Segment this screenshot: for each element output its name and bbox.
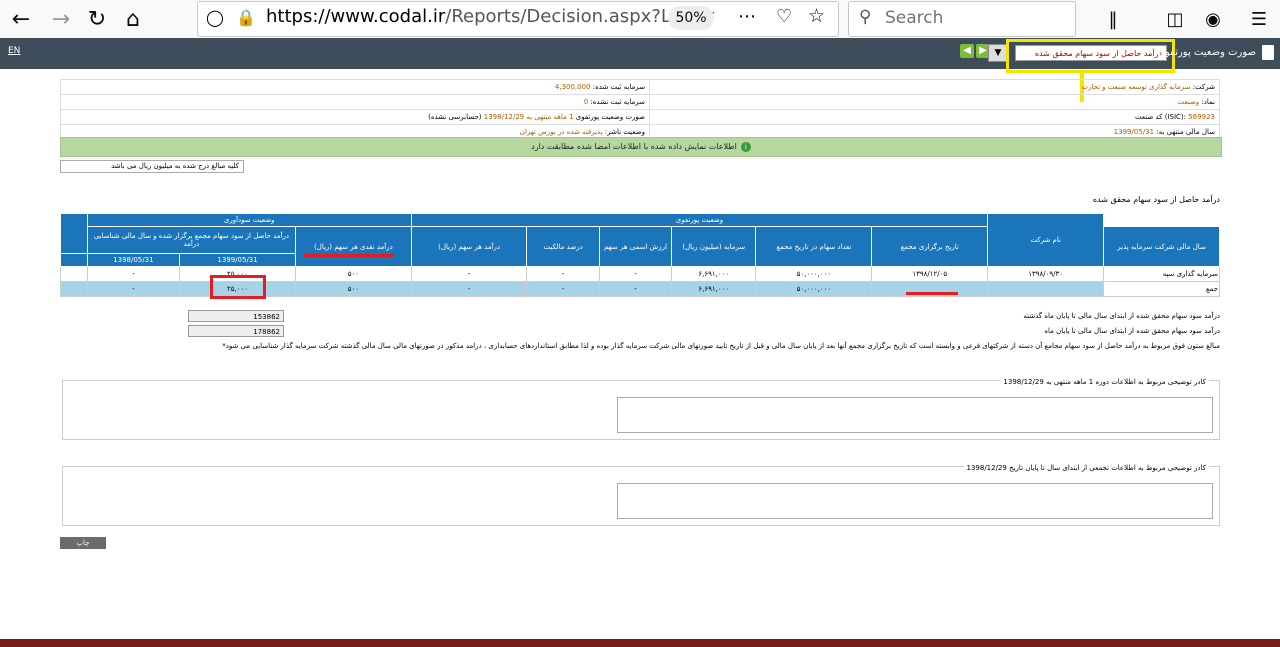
h-nominal: ارزش اسمی هر سهم — [598, 226, 673, 267]
menu-icon[interactable]: ☰ — [1242, 2, 1276, 36]
search-placeholder: Search — [885, 8, 944, 28]
chevron-down-icon[interactable]: ▼ — [988, 44, 1008, 62]
group-profit: وضعیت سودآوری — [86, 213, 412, 227]
h-income: درآمد حاصل از سود سهام مجمع برگزار شده و… — [86, 226, 297, 254]
report-type-select[interactable]: درآمد حاصل از سود سهام محقق شده — [1015, 45, 1167, 61]
sum-nominal: - — [598, 281, 673, 297]
company-label: شرکت: — [1192, 83, 1215, 91]
taskbar — [0, 639, 1280, 647]
frame1-textarea[interactable] — [617, 397, 1213, 433]
cell-eps: - — [410, 266, 528, 282]
frame2-title: کادر توضیحی مربوط به اطلاعات تجمعی از اب… — [963, 464, 1209, 472]
shield-icon: ◯ — [206, 8, 224, 27]
unit-note: کلیه مبالغ درج شده به میلیون ریال می باش… — [60, 160, 244, 173]
h-dps: درآمد نقدی هر سهم (ریال) — [295, 226, 412, 267]
symbol-label: نماد: — [1201, 98, 1215, 106]
frame2-textarea[interactable] — [617, 483, 1213, 519]
dps-underline — [304, 254, 394, 257]
zoom-level[interactable]: 50% — [668, 6, 714, 30]
note-line-2: درآمد سود سهام محقق شده از ابتدای سال ما… — [1044, 327, 1220, 335]
company-value: سرمایه گذاری توسعه صنعت و تجارت — [1081, 83, 1191, 91]
browser-toolbar: ← → ↻ ⌂ ◯ 🔒 https://www.codal.ir/Reports… — [0, 0, 1280, 39]
fiscal-value: 1399/05/31 — [1113, 128, 1155, 136]
forward-arrow-icon[interactable]: → — [44, 2, 78, 36]
url-text: https://www.codal.ir/Reports/Decision.as… — [266, 6, 715, 27]
h-income-col1: 1399/05/31 — [179, 253, 297, 267]
sum-income2: - — [86, 281, 181, 297]
sum-label: جمع — [1103, 281, 1220, 297]
isic-value: 569923 — [1188, 113, 1215, 121]
report-title: صورت وضعیت پورتفوی — [1157, 47, 1256, 58]
cell-capital: ۶,۶۹۱,۰۰۰ — [671, 266, 757, 282]
frame1-title: کادر توضیحی مربوط به اطلاعات دوره 1 ماهه… — [1000, 378, 1209, 386]
h-eps: درآمد هر سهم (ریال) — [410, 226, 528, 267]
h-shares: تعداد سهام در تاریخ مجمع — [755, 226, 873, 267]
library-icon[interactable]: ‖ — [1096, 2, 1130, 36]
unreg-capital-value: 0 — [583, 98, 589, 106]
sum-ownership: - — [526, 281, 600, 297]
unreg-capital-label: سرمایه ثبت نشده: — [590, 98, 645, 106]
back-arrow-icon[interactable]: ← — [4, 2, 38, 36]
group-company: نام شرکت — [987, 213, 1105, 267]
section-title: درآمد حاصل از سود سهام محقق شده — [1092, 195, 1220, 204]
pocket-icon[interactable]: ♡ — [776, 6, 792, 27]
search-input[interactable]: ⚲ Search — [848, 1, 1076, 37]
h-meeting-date: تاریخ برگزاری مجمع — [871, 226, 989, 267]
value-box-2: 178862 — [188, 325, 284, 337]
sidebar-icon[interactable]: ◫ — [1158, 2, 1192, 36]
cell-company: سرمایه گذاری سپه — [1103, 266, 1220, 282]
isic-label: کد صنعت (ISIC): — [1134, 113, 1187, 121]
reload-icon[interactable]: ↻ — [80, 2, 114, 36]
cell-shares: ۵۰,۰۰۰,۰۰۰ — [755, 266, 873, 282]
sum-dps: ۵۰۰ — [295, 281, 412, 297]
fiscal-label: سال مالی منتهی به: — [1156, 128, 1215, 136]
reg-capital-label: سرمایه ثبت شده: — [592, 83, 645, 91]
publisher-label: وضعیت ناشر: — [604, 128, 645, 136]
period-value: 1 ماهه منتهی به 1398/12/29 — [483, 113, 574, 121]
publisher-value: پذیرفته شده در بورس تهران — [519, 128, 603, 136]
cell-ownership: - — [526, 266, 600, 282]
report-icon — [1262, 45, 1274, 60]
period-label: صورت وضعیت پورتفوی — [575, 113, 645, 121]
meeting-underline — [906, 292, 958, 295]
notice-banner: اطلاعات نمایش داده شده با اطلاعات امضا ش… — [60, 137, 1222, 157]
cell-nominal: - — [598, 266, 673, 282]
lock-icon: 🔒 — [236, 8, 256, 27]
income-highlight — [210, 275, 266, 299]
h-fiscal: سال مالی شرکت سرمایه پذیر — [1103, 226, 1220, 267]
cell-income2: - — [86, 266, 181, 282]
bookmark-star-icon[interactable]: ☆ — [808, 5, 825, 27]
h-ownership: درصد مالکیت — [526, 226, 600, 267]
account-icon[interactable]: ◉ — [1196, 2, 1230, 36]
sum-shares: ۵۰,۰۰۰,۰۰۰ — [755, 281, 873, 297]
search-icon: ⚲ — [859, 7, 872, 27]
note-line-3: *مبالغ ستون فوق مربوط به درآمد حاصل از س… — [222, 342, 1220, 350]
language-link[interactable]: EN — [8, 46, 20, 56]
prev-icon[interactable]: ◀ — [960, 44, 974, 58]
sum-capital: ۶,۶۹۱,۰۰۰ — [671, 281, 757, 297]
more-actions-icon[interactable]: ⋯ — [738, 6, 756, 27]
comment-frame-2: کادر توضیحی مربوط به اطلاعات تجمعی از اب… — [62, 464, 1220, 526]
cell-fiscal: ۱۳۹۸/۰۹/۳۰ — [987, 266, 1105, 282]
sum-eps: - — [410, 281, 528, 297]
group-portfolio: وضعیت پورتفوی — [410, 213, 989, 227]
print-button[interactable]: چاپ — [60, 537, 106, 549]
note-line-1: درآمد سود سهام محقق شده از ابتدای سال ما… — [1023, 312, 1220, 320]
home-icon[interactable]: ⌂ — [116, 2, 150, 36]
comment-frame-1: کادر توضیحی مربوط به اطلاعات دوره 1 ماهه… — [62, 378, 1220, 440]
cell-dps: ۵۰۰ — [295, 266, 412, 282]
codal-header: EN ◀ ▶ ▼ درآمد حاصل از سود سهام محقق شده… — [0, 38, 1280, 73]
cell-meeting: ۱۳۹۸/۱۲/۰۵ — [871, 266, 989, 282]
report-type-select-highlight: درآمد حاصل از سود سهام محقق شده — [1006, 39, 1175, 73]
symbol-value: وصنعت — [1177, 98, 1200, 106]
period-status: (حسابرسی نشده) — [428, 113, 482, 121]
reg-capital-value: 4,300,000 — [554, 83, 591, 91]
h-income-col2: 1398/05/31 — [86, 253, 181, 267]
h-capital: سرمایه (میلیون ریال) — [671, 226, 757, 267]
url-bar[interactable]: ◯ 🔒 https://www.codal.ir/Reports/Decisio… — [197, 1, 839, 37]
company-info: سرمایه ثبت شده: 4,300,000 شرکت: سرمایه گ… — [60, 79, 1220, 140]
notice-text: اطلاعات نمایش داده شده با اطلاعات امضا ش… — [531, 142, 737, 151]
info-icon: i — [740, 141, 751, 152]
value-box-1: 153862 — [188, 310, 284, 322]
